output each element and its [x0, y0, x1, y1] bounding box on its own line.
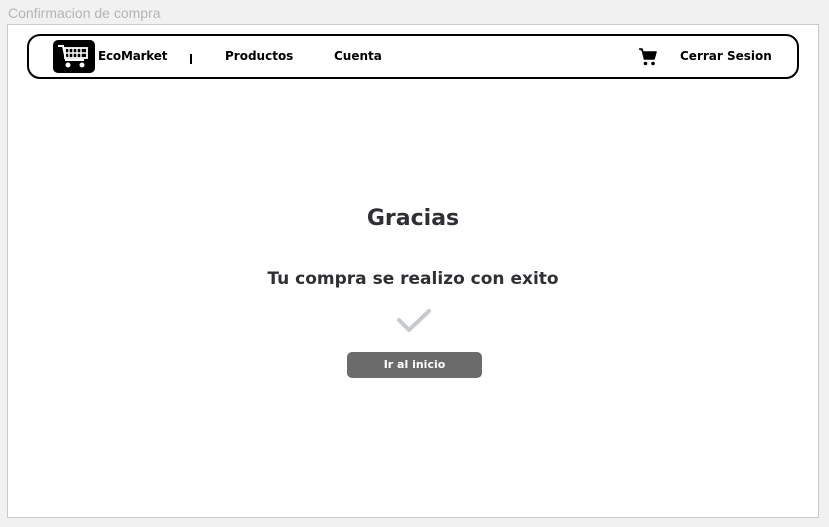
navbar: EcoMarket Productos Cuenta Cerrar Sesion — [27, 34, 799, 79]
check-icon — [396, 308, 432, 339]
shopping-cart-logo-icon — [58, 45, 88, 68]
page-frame: EcoMarket Productos Cuenta Cerrar Sesion… — [7, 24, 819, 518]
logo[interactable] — [53, 40, 95, 73]
success-message: Tu compra se realizo con exito — [267, 269, 559, 289]
window-title: Confirmacion de compra — [8, 5, 161, 21]
brand-name: EcoMarket — [98, 49, 168, 63]
go-home-button[interactable]: Ir al inicio — [347, 352, 482, 378]
nav-divider — [190, 54, 192, 64]
page-title: Gracias — [366, 206, 460, 231]
nav-link-cuenta[interactable]: Cuenta — [334, 49, 382, 63]
logout-link[interactable]: Cerrar Sesion — [680, 49, 772, 63]
shopping-cart-icon[interactable] — [638, 47, 658, 72]
nav-link-productos[interactable]: Productos — [225, 49, 293, 63]
